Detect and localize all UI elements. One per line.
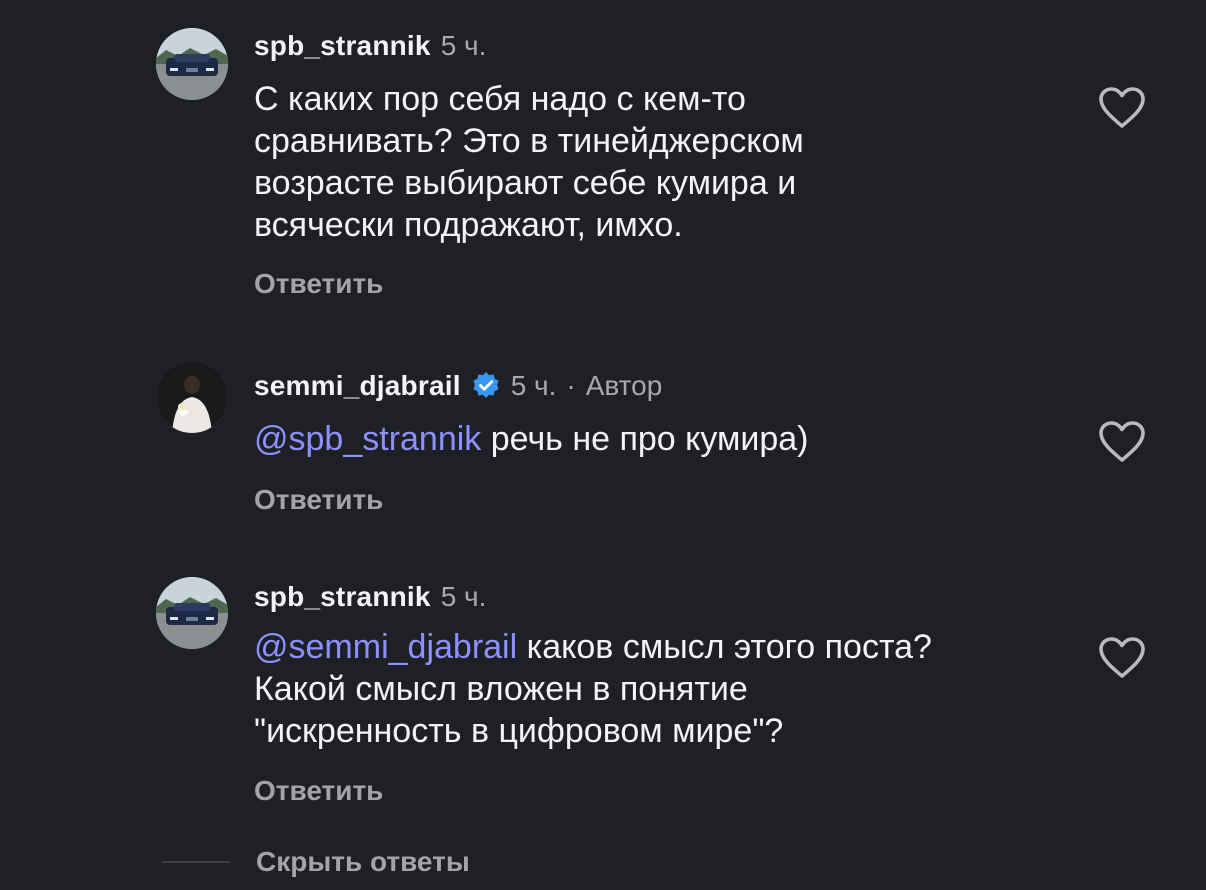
comment-text: @semmi_djabrail каков смысл этого поста?… [254,626,1034,752]
car-photo-icon [156,28,228,100]
timestamp: 5 ч. [440,30,487,61]
comments-thread: spb_strannik 5 ч. С каких пор себя надо … [0,0,1206,890]
like-heart-icon[interactable] [1098,86,1146,130]
avatar[interactable] [156,361,228,433]
comment-text: С каких пор себя надо с кем-то сравниват… [254,78,1034,246]
reply-button[interactable]: Ответить [254,775,383,807]
comment-line: "искренность в цифровом мире"? [254,712,784,750]
reply-button[interactable]: Ответить [254,484,383,516]
separator: · [566,370,576,401]
comment-line: @semmi_djabrail каков смысл этого поста? [254,626,1034,668]
comment-text: @spb_strannik речь не про кумира) [254,418,1034,460]
like-heart-icon[interactable] [1098,420,1146,464]
hide-replies-button[interactable]: Скрыть ответы [256,846,470,878]
comment-line-text: речь не про кумира) [490,420,809,458]
comment-line: @spb_strannik речь не про кумира) [254,418,1034,460]
comment-meta: spb_strannik 5 ч. [254,26,486,66]
verified-badge-icon [473,372,499,398]
comment-line: С каких пор себя надо с кем-то [254,80,746,118]
comment-line: всячески подражают, имхо. [254,206,683,244]
mention-link[interactable]: @semmi_djabrail [254,628,517,666]
author-badge: Автор [585,370,663,401]
comment-line: сравнивать? Это в тинейджерском [254,122,804,160]
reply-button[interactable]: Ответить [254,268,383,300]
comment-meta: spb_strannik 5 ч. [254,577,486,617]
like-heart-icon[interactable] [1098,636,1146,680]
username[interactable]: semmi_djabrail [254,370,461,402]
hide-replies-row: Скрыть ответы [162,840,470,884]
comment-line: Какой смысл вложен в понятие [254,670,748,708]
divider [162,861,230,863]
comment-line: возрасте выбирают себе кумира и [254,164,797,202]
timestamp: 5 ч. [440,581,487,612]
comment-meta: semmi_djabrail 5 ч. · Автор [254,366,662,406]
avatar[interactable] [156,28,228,100]
mention-link[interactable]: @spb_strannik [254,420,481,458]
username[interactable]: spb_strannik [254,30,431,62]
username[interactable]: spb_strannik [254,581,431,613]
avatar[interactable] [156,577,228,649]
person-photo-icon [156,361,228,433]
timestamp: 5 ч. [510,370,557,401]
comment-line-text: каков смысл этого поста? [526,628,932,666]
car-photo-icon [156,577,228,649]
